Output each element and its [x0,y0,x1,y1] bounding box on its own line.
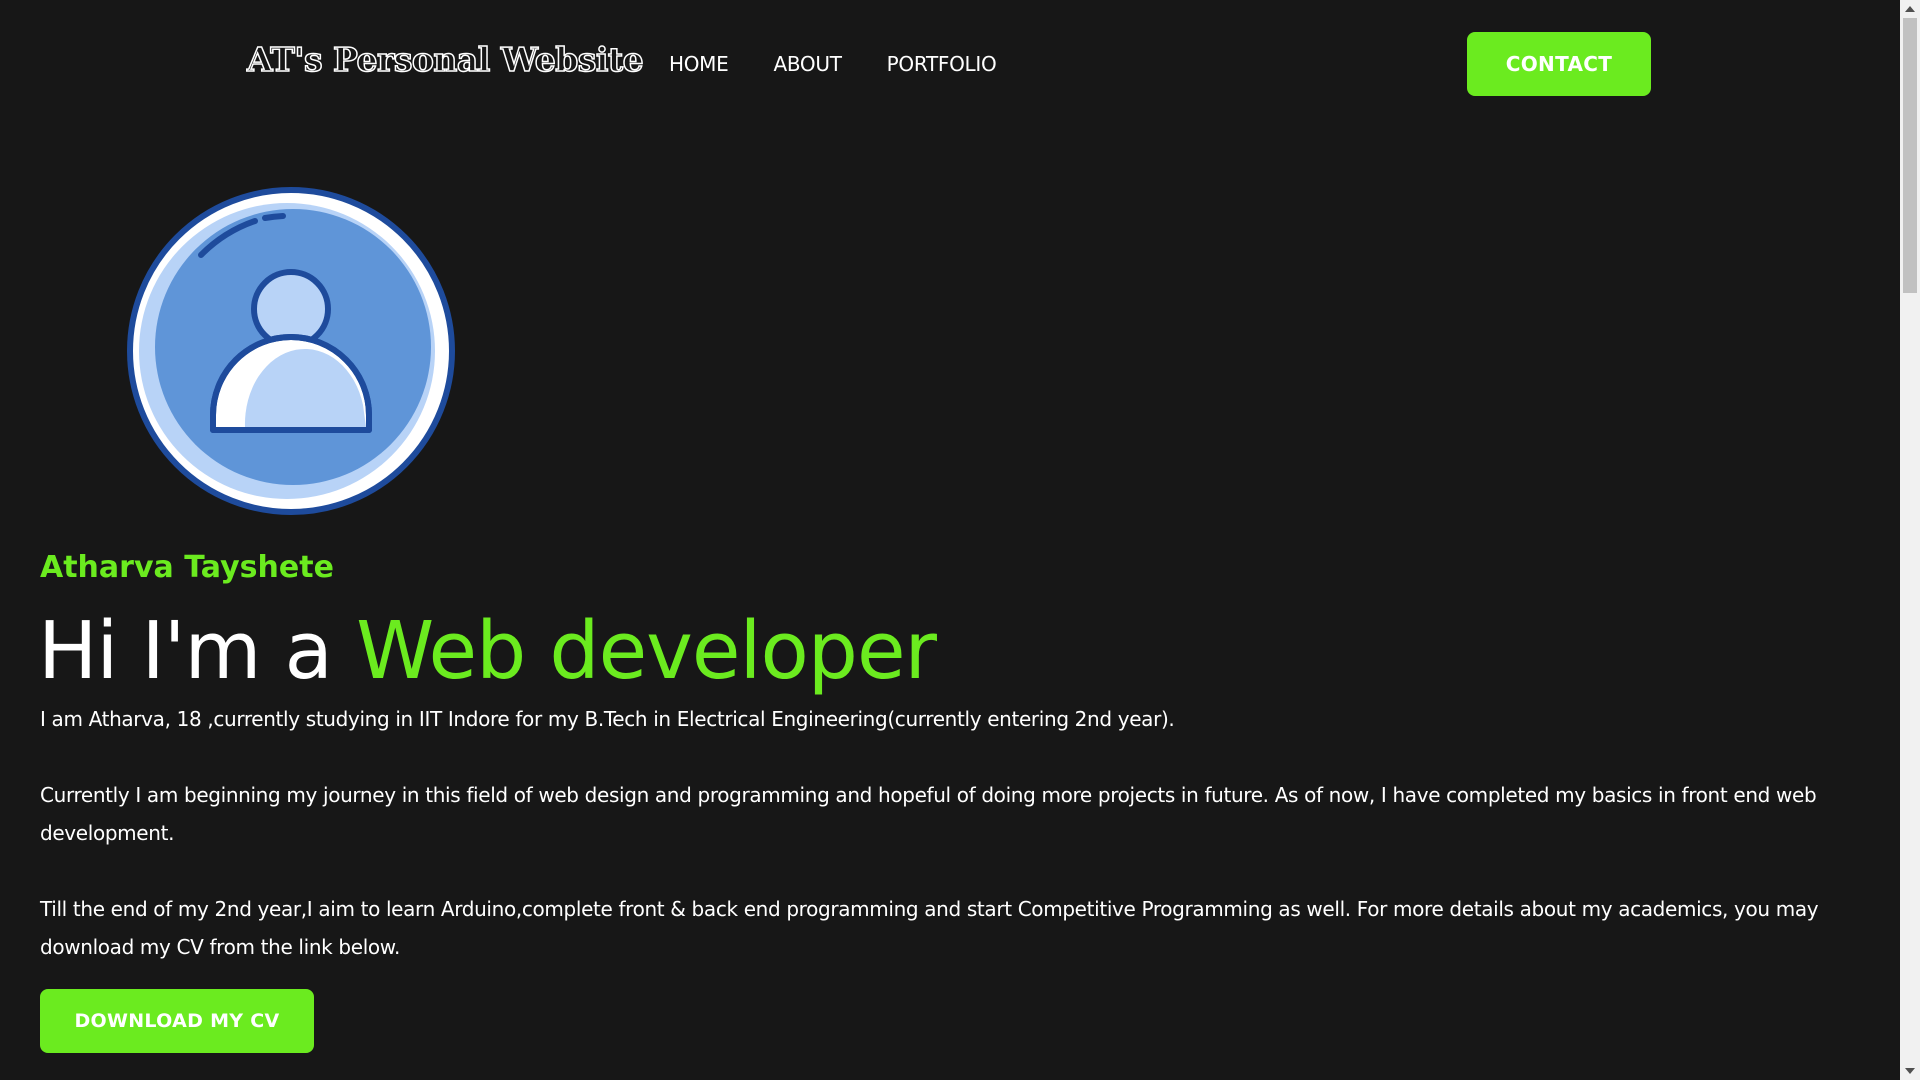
intro-paragraph-1: I am Atharva, 18 ,currently studying in … [40,707,1175,731]
download-cv-button[interactable]: DOWNLOAD MY CV [40,989,314,1053]
nav-portfolio[interactable]: PORTFOLIO [887,52,997,76]
headline-prefix: Hi I'm a [38,605,357,697]
nav-about[interactable]: ABOUT [773,52,841,76]
hero-headline: Hi I'm a Web developer [38,605,937,697]
scrollbar-thumb[interactable] [1903,18,1917,293]
user-avatar-icon [125,185,457,517]
vertical-scrollbar[interactable] [1900,0,1920,1080]
contact-button[interactable]: CONTACT [1467,32,1651,96]
scroll-down-icon[interactable] [1905,1068,1915,1074]
page: AT's Personal Website HOME ABOUT PORTFOL… [0,0,1900,1080]
site-logo[interactable]: AT's Personal Website [246,39,644,80]
nav-home[interactable]: HOME [669,52,729,76]
main-nav: HOME ABOUT PORTFOLIO [669,52,997,76]
author-name: Atharva Tayshete [40,550,334,585]
intro-paragraph-3: Till the end of my 2nd year,I aim to lea… [40,897,1819,959]
intro-paragraph-2: Currently I am beginning my journey in t… [40,783,1817,845]
headline-accent: Web developer [356,605,937,697]
scroll-up-icon[interactable] [1905,6,1915,12]
